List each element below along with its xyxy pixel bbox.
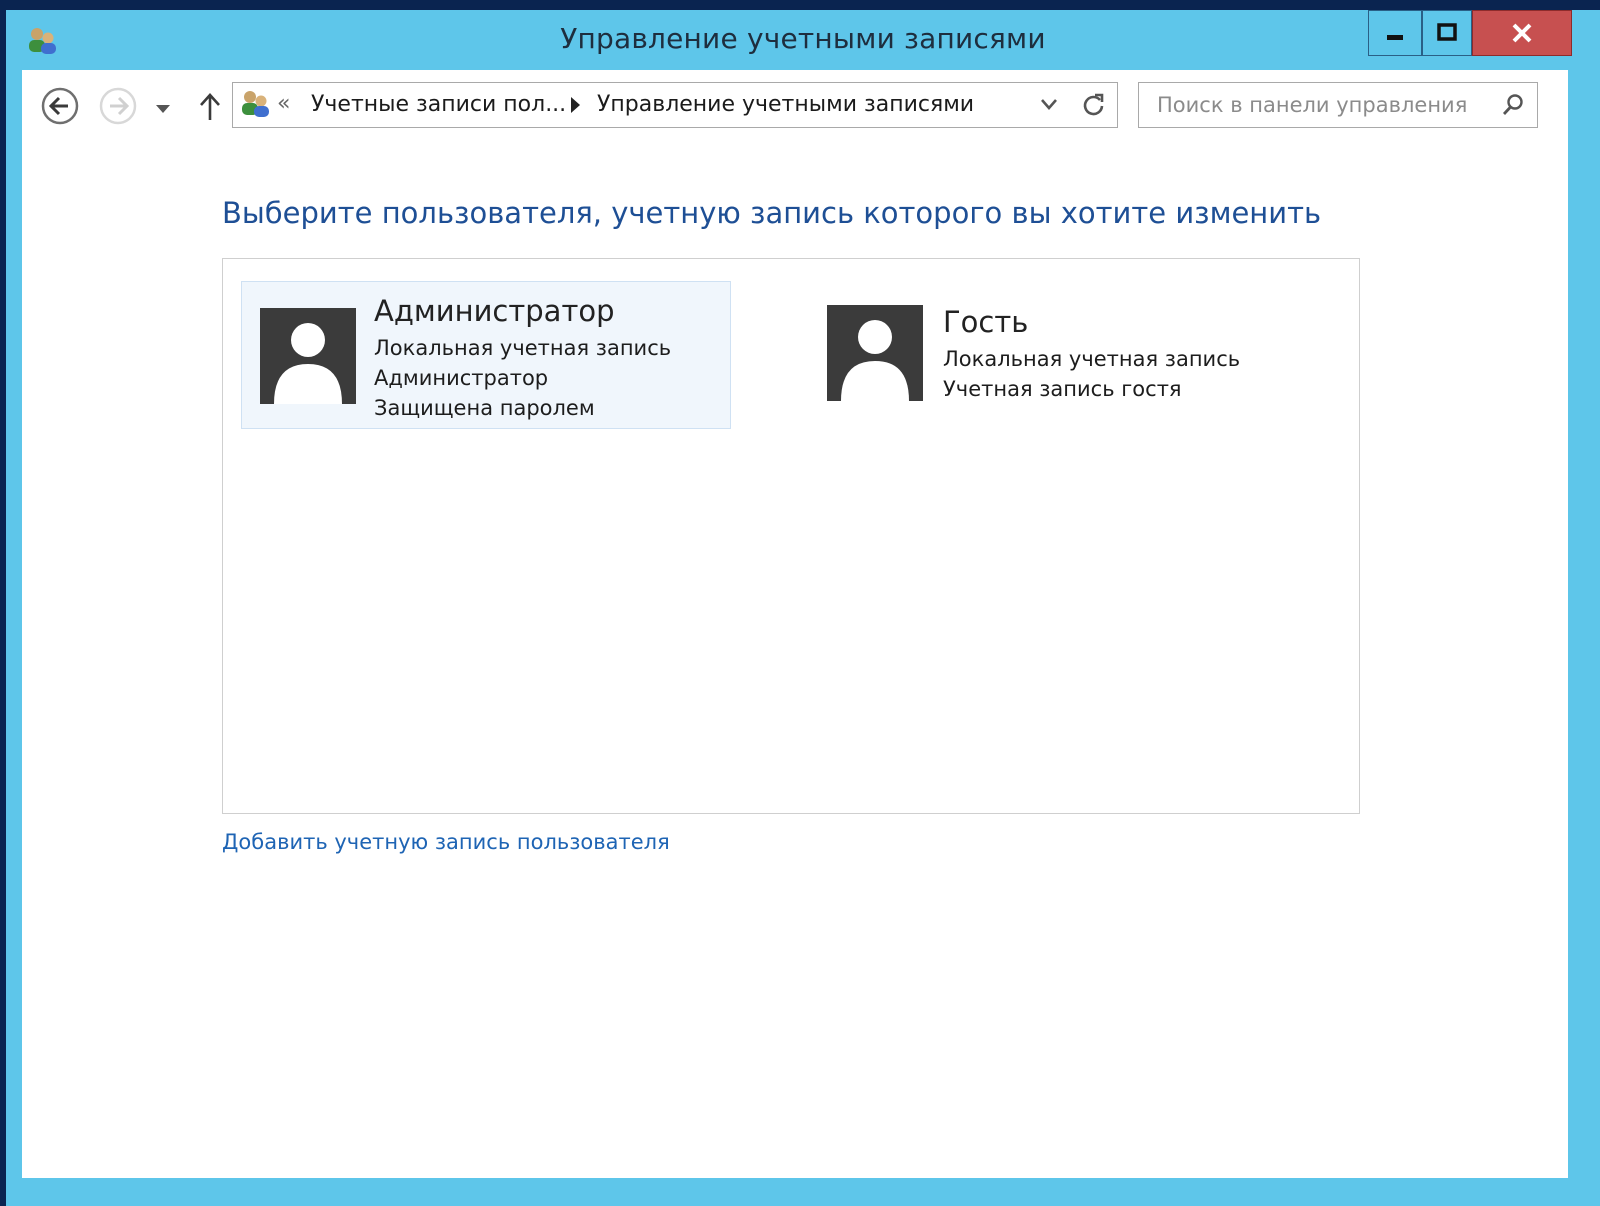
- chevron-down-icon: [156, 105, 170, 113]
- minimize-icon: [1387, 35, 1403, 40]
- window-title: Управление учетными записями: [560, 22, 1046, 55]
- account-description: Учетная запись гостя: [943, 377, 1182, 401]
- account-tile-guest[interactable]: Гость Локальная учетная запись Учетная з…: [809, 293, 1289, 413]
- forward-button[interactable]: [98, 86, 138, 130]
- address-bar[interactable]: « Учетные записи пол... Управление учетн…: [232, 82, 1118, 128]
- title-bar[interactable]: Управление учетными записями: [6, 10, 1600, 70]
- users-icon: [239, 89, 271, 119]
- minimize-button[interactable]: [1368, 10, 1422, 56]
- account-role: Администратор: [374, 366, 549, 390]
- up-button[interactable]: [198, 92, 222, 126]
- maximize-button[interactable]: [1422, 10, 1472, 56]
- client-area: « Учетные записи пол... Управление учетн…: [22, 70, 1568, 1178]
- close-button[interactable]: [1472, 10, 1572, 56]
- address-dropdown-button[interactable]: [1039, 93, 1059, 119]
- user-avatar-icon: [260, 308, 356, 404]
- close-icon: [1512, 23, 1532, 43]
- add-user-account-link[interactable]: Добавить учетную запись пользователя: [222, 830, 670, 854]
- breadcrumb-item-user-accounts[interactable]: Учетные записи пол...: [311, 92, 566, 117]
- control-panel-window: Управление учетными записями « Учетные з…: [6, 10, 1600, 1206]
- accounts-panel: Администратор Локальная учетная запись А…: [222, 258, 1360, 814]
- back-arrow-icon: [41, 87, 79, 125]
- forward-arrow-icon: [99, 87, 137, 125]
- account-password-status: Защищена паролем: [374, 396, 595, 420]
- breadcrumb-overflow-button[interactable]: «: [277, 91, 290, 116]
- breadcrumb-item-manage-accounts[interactable]: Управление учетными записями: [597, 92, 974, 117]
- chevron-down-icon: [1041, 99, 1057, 110]
- account-name: Гость: [943, 305, 1029, 339]
- refresh-icon: [1083, 93, 1104, 116]
- maximize-icon: [1437, 23, 1457, 41]
- search-icon[interactable]: [1501, 93, 1525, 121]
- search-box[interactable]: Поиск в панели управления: [1138, 82, 1538, 128]
- page-heading: Выберите пользователя, учетную запись ко…: [222, 196, 1322, 230]
- account-type: Локальная учетная запись: [374, 336, 672, 360]
- account-name: Администратор: [374, 294, 615, 328]
- breadcrumb-separator-icon[interactable]: [571, 97, 580, 113]
- account-type: Локальная учетная запись: [943, 347, 1241, 371]
- back-button[interactable]: [40, 86, 80, 130]
- recent-locations-button[interactable]: [154, 100, 172, 119]
- refresh-button[interactable]: [1081, 91, 1107, 123]
- user-avatar-icon: [827, 305, 923, 401]
- search-input[interactable]: Поиск в панели управления: [1157, 93, 1467, 117]
- up-arrow-icon: [200, 93, 220, 120]
- account-tile-administrator[interactable]: Администратор Локальная учетная запись А…: [241, 281, 731, 429]
